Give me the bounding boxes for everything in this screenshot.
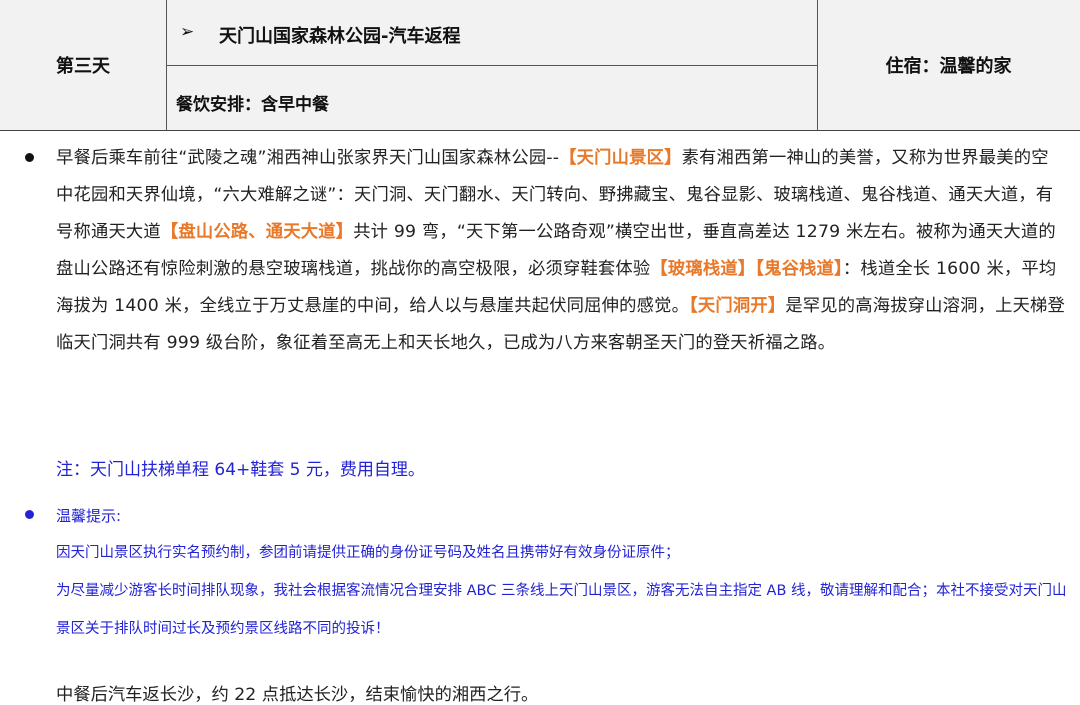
closing-text: 中餐后汽车返长沙，约 22 点抵达长沙，结束愉快的湘西之行。 [56, 685, 539, 705]
highlight-term: 【玻璃栈道】【鬼谷栈道】 [650, 259, 843, 279]
tip-line: 为尽量减少游客长时间排队现象，我社会根据客流情况合理安排 ABC 三条线上天门山… [56, 583, 1067, 637]
paragraph-text: 早餐后乘车前往“武陵之魂”湘西神山张家界天门山国家森林公园-- [56, 148, 560, 168]
route-title: 天门山国家森林公园-汽车返程 [219, 26, 461, 47]
highlight-term: 【盘山公路、通天大道】 [160, 222, 354, 242]
highlight-term: 【天门山景区】 [559, 148, 682, 168]
tips-title: 温馨提示: [56, 507, 122, 525]
meal-arrangement: 餐饮安排：含早中餐 [176, 95, 329, 115]
day-header: 第三天 ➢ 天门山国家森林公园-汽车返程 餐饮安排：含早中餐 住宿：温馨的家 [0, 0, 1080, 131]
bullet-icon [25, 153, 34, 162]
bullet-icon [25, 510, 34, 519]
lodging-label: 住宿：温馨的家 [885, 56, 1012, 77]
arrow-icon: ➢ [180, 22, 195, 42]
divider [166, 65, 817, 66]
itinerary-day-card: 第三天 ➢ 天门山国家森林公园-汽车返程 餐饮安排：含早中餐 住宿：温馨的家 早… [0, 0, 1080, 705]
itinerary-paragraph: 早餐后乘车前往“武陵之魂”湘西神山张家界天门山国家森林公园--【天门山景区】素有… [56, 140, 1066, 362]
fee-note: 注：天门山扶梯单程 64+鞋套 5 元，费用自理。 [56, 460, 425, 480]
highlight-term: 【天门洞开】 [689, 296, 786, 316]
day-label: 第三天 [56, 56, 110, 77]
tip-line: 因天门山景区执行实名预约制，参团前请提供正确的身份证号码及姓名且携带好有效身份证… [56, 545, 680, 561]
